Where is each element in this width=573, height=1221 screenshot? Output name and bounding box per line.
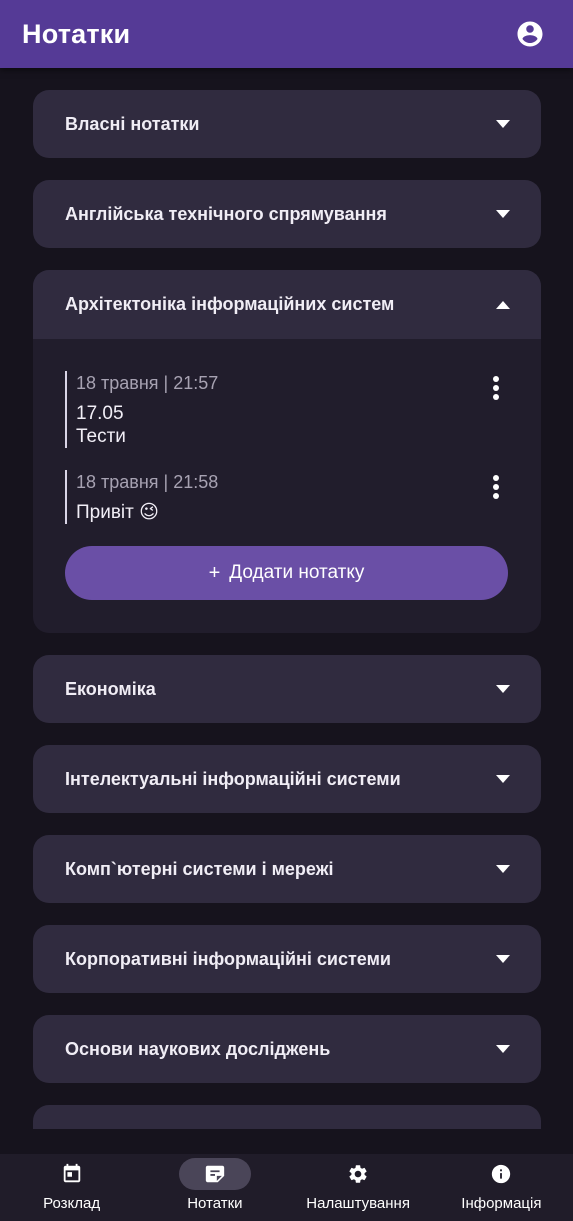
chevron-down-icon <box>496 1045 510 1053</box>
nav-label: Інформація <box>461 1195 542 1212</box>
section-title: Англійська технічного спрямування <box>65 203 387 224</box>
add-note-button[interactable]: + Додати нотатку <box>65 546 508 600</box>
subjects-list: Власні нотатки Англійська технічного спр… <box>33 90 541 1129</box>
nav-icon-container <box>36 1158 108 1190</box>
gear-icon <box>349 1165 367 1183</box>
notes-icon <box>205 1165 225 1183</box>
note-timestamp: 18 травня | 21:58 <box>76 472 219 492</box>
section-card: Основи наукових досліджень <box>33 1015 541 1083</box>
account-circle-icon[interactable] <box>515 19 545 49</box>
section-card: Корпоративні інформаційні системи <box>33 925 541 993</box>
nav-label: Налаштування <box>306 1195 410 1212</box>
chevron-up-icon <box>496 300 510 309</box>
more-vert-icon[interactable] <box>493 376 499 400</box>
section-title: Власні нотатки <box>65 113 200 134</box>
chevron-down-icon <box>496 210 510 218</box>
section-notes: 18 травня | 21:57 17.05 Тести 18 травня … <box>33 339 541 633</box>
section-header[interactable]: Інтелектуальні інформаційні системи <box>33 745 541 813</box>
section-header[interactable]: Архітектоніка інформаційних систем <box>33 270 541 339</box>
nav-item-schedule[interactable]: Розклад <box>0 1154 143 1221</box>
section-card: Англійська технічного спрямування <box>33 180 541 248</box>
note-item[interactable]: 18 травня | 21:57 17.05 Тести <box>65 371 509 448</box>
note-item[interactable]: 18 травня | 21:58 Привіт 😉 <box>65 470 509 524</box>
section-card: Економіка <box>33 655 541 723</box>
section-title: Комп`ютерні системи і мережі <box>65 858 334 879</box>
section-title: Інтелектуальні інформаційні системи <box>65 768 401 789</box>
info-icon <box>492 1164 511 1184</box>
notes-screen: Нотатки Власні нотатки Англійська техніч… <box>0 0 573 1221</box>
bottom-navigation: Розклад Нотатки Налаштування Інформація <box>0 1154 573 1221</box>
section-header[interactable]: Англійська технічного спрямування <box>33 180 541 248</box>
note-text: 17.05 Тести <box>76 403 126 447</box>
chevron-down-icon <box>496 955 510 963</box>
section-card: Власні нотатки <box>33 90 541 158</box>
section-title: Основи наукових досліджень <box>65 1038 331 1059</box>
section-title: Корпоративні інформаційні системи <box>65 948 391 969</box>
more-vert-icon[interactable] <box>493 475 499 499</box>
nav-icon-container <box>465 1158 537 1190</box>
section-card-expanded: Архітектоніка інформаційних систем 18 тр… <box>33 270 541 633</box>
chevron-down-icon <box>496 865 510 873</box>
note-text: Привіт 😉 <box>76 502 159 523</box>
nav-icon-container <box>178 1158 251 1190</box>
nav-item-info[interactable]: Інформація <box>430 1154 573 1221</box>
section-header[interactable]: Власні нотатки <box>33 90 541 158</box>
section-card: Інтелектуальні інформаційні системи <box>33 745 541 813</box>
nav-item-settings[interactable]: Налаштування <box>287 1154 430 1221</box>
section-card-partial[interactable] <box>33 1105 541 1129</box>
top-app-bar: Нотатки <box>0 0 573 68</box>
section-card: Комп`ютерні системи і мережі <box>33 835 541 903</box>
section-header[interactable]: Корпоративні інформаційні системи <box>33 925 541 993</box>
section-title: Архітектоніка інформаційних систем <box>65 294 395 314</box>
nav-item-notes[interactable]: Нотатки <box>143 1154 286 1221</box>
section-header[interactable]: Комп`ютерні системи і мережі <box>33 835 541 903</box>
nav-label: Нотатки <box>187 1195 243 1212</box>
nav-label: Розклад <box>43 1195 101 1212</box>
calendar-icon <box>63 1163 80 1183</box>
add-note-label: Додати нотатку <box>229 562 365 583</box>
chevron-down-icon <box>496 685 510 693</box>
note-timestamp: 18 травня | 21:57 <box>76 373 219 393</box>
nav-icon-container <box>322 1158 394 1190</box>
section-title: Економіка <box>65 678 156 699</box>
plus-icon: + <box>208 561 221 584</box>
section-header[interactable]: Основи наукових досліджень <box>33 1015 541 1083</box>
chevron-down-icon <box>496 775 510 783</box>
page-title: Нотатки <box>22 18 131 49</box>
section-header[interactable]: Економіка <box>33 655 541 723</box>
chevron-down-icon <box>496 120 510 128</box>
